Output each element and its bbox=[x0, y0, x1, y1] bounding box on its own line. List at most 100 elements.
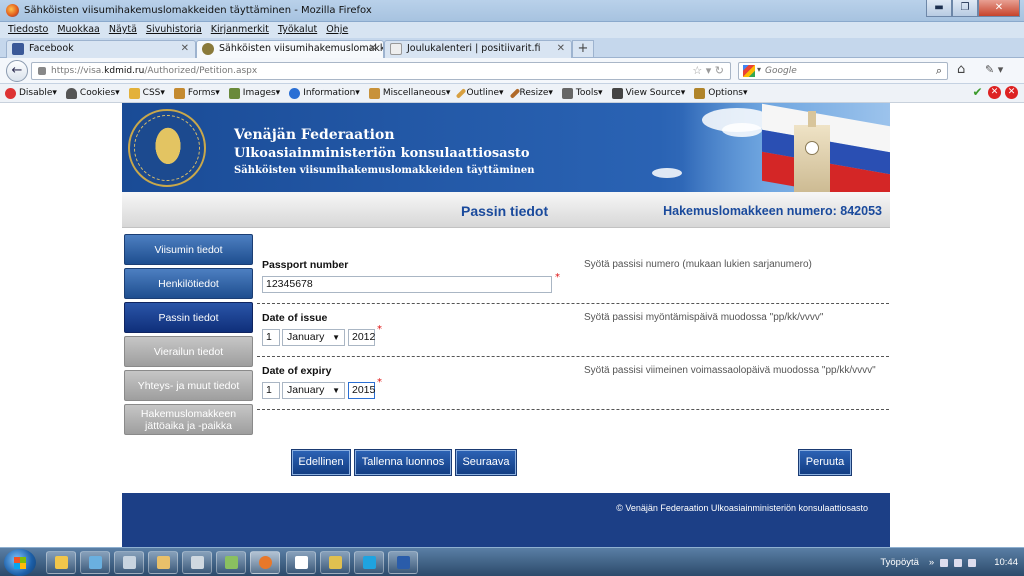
taskbar-notepad[interactable] bbox=[114, 551, 144, 574]
taskbar-firefox[interactable] bbox=[250, 551, 280, 574]
close-toolbar-icon[interactable]: ✕ bbox=[1005, 86, 1018, 99]
taskbar-word[interactable] bbox=[388, 551, 418, 574]
forms-icon bbox=[173, 87, 185, 99]
tray-flag-icon[interactable] bbox=[968, 558, 977, 567]
taskbar-folder[interactable] bbox=[148, 551, 178, 574]
toolbar-disable[interactable]: Disable▾ bbox=[5, 87, 57, 99]
toolbar-forms[interactable]: Forms▾ bbox=[173, 87, 220, 99]
previous-button[interactable]: Edellinen bbox=[292, 450, 350, 475]
site-footer: © Venäjän Federaation Ulkoasiainminister… bbox=[122, 493, 890, 547]
expiry-year-input[interactable]: 2015 bbox=[348, 382, 375, 399]
toolbar-information[interactable]: Information▾ bbox=[289, 87, 360, 99]
windows-taskbar: Työpöytä » 10:44 bbox=[0, 547, 1024, 576]
tab-label: Sähköisten viisumihakemuslomakkei... bbox=[219, 43, 383, 54]
taskbar-network[interactable] bbox=[216, 551, 246, 574]
start-button[interactable] bbox=[4, 549, 36, 576]
save-draft-button[interactable]: Tallenna luonnos bbox=[355, 450, 451, 475]
tab-close-icon[interactable]: ✕ bbox=[369, 41, 377, 57]
issue-day-input[interactable]: 1 bbox=[262, 329, 280, 346]
next-button[interactable]: Seuraava bbox=[456, 450, 516, 475]
issue-month-select[interactable]: January ▼ bbox=[282, 329, 345, 346]
toolbar-miscellaneous[interactable]: Miscellaneous▾ bbox=[368, 87, 450, 99]
bookmark-star-icon[interactable]: ☆ ▾ ↻ bbox=[692, 64, 724, 77]
tab-label: Joulukalenteri | positiivarit.fi bbox=[407, 43, 541, 54]
nav-viisumin-tiedot[interactable]: Viisumin tiedot bbox=[124, 234, 253, 265]
home-icon[interactable]: ⌂ bbox=[957, 62, 965, 77]
word-icon bbox=[397, 556, 410, 569]
url-bar[interactable]: https://visa.kdmid.ru/Authorized/Petitio… bbox=[31, 62, 731, 80]
nav-henkilotiedot[interactable]: Henkilötiedot bbox=[124, 268, 253, 299]
addon-menu-icon[interactable]: ✎ ▾ bbox=[985, 63, 1003, 76]
menu-kirjanmerkit[interactable]: Kirjanmerkit bbox=[211, 22, 269, 38]
taskbar-photo[interactable] bbox=[320, 551, 350, 574]
toolbar-view-source[interactable]: View Source▾ bbox=[611, 87, 685, 99]
error-icon[interactable]: ✕ bbox=[988, 86, 1001, 99]
search-input[interactable] bbox=[765, 64, 925, 78]
taskbar-explorer[interactable] bbox=[46, 551, 76, 574]
menu-tyokalut[interactable]: Työkalut bbox=[278, 22, 317, 38]
toolbar-cookies[interactable]: Cookies▾ bbox=[65, 87, 120, 99]
tab-close-icon[interactable]: ✕ bbox=[557, 41, 565, 57]
copyright-text: © Venäjän Federaation Ulkoasiainminister… bbox=[616, 503, 868, 513]
application-number: Hakemuslomakkeen numero: 842053 bbox=[663, 204, 882, 218]
taskbar-media[interactable] bbox=[80, 551, 110, 574]
tab-facebook[interactable]: Facebook ✕ bbox=[6, 40, 196, 58]
disable-icon bbox=[5, 87, 16, 99]
taskbar-calc[interactable] bbox=[182, 551, 212, 574]
emblem-icon bbox=[202, 43, 214, 55]
nav-vierailun-tiedot[interactable]: Vierailun tiedot bbox=[124, 336, 253, 367]
toolbar-tools[interactable]: Tools▾ bbox=[561, 87, 603, 99]
close-button[interactable]: ✕ bbox=[978, 0, 1020, 17]
engine-dropdown-icon[interactable]: ▾ bbox=[757, 65, 761, 74]
miscellaneous-icon bbox=[368, 87, 380, 99]
tools-icon bbox=[561, 87, 573, 99]
toolbar-options[interactable]: Options▾ bbox=[694, 87, 748, 99]
toolbar-images[interactable]: Images▾ bbox=[228, 87, 280, 99]
menu-nayta[interactable]: Näytä bbox=[109, 22, 137, 38]
menu-ohje[interactable]: Ohje bbox=[326, 22, 348, 38]
toolbar-outline[interactable]: Outline▾ bbox=[456, 87, 504, 99]
clock[interactable]: 10:44 bbox=[994, 557, 1018, 568]
nav-jattoaika[interactable]: Hakemuslomakkeen jättöaika ja -paikka bbox=[124, 404, 253, 435]
back-button[interactable]: ← bbox=[6, 60, 28, 82]
required-marker: * bbox=[377, 324, 382, 335]
expiry-month-select[interactable]: January ▼ bbox=[282, 382, 345, 399]
menu-tiedosto[interactable]: Tiedosto bbox=[8, 22, 48, 38]
nav-yhteys-tiedot[interactable]: Yhteys- ja muut tiedot bbox=[124, 370, 253, 401]
tray-network-icon[interactable] bbox=[940, 558, 949, 567]
minimize-button[interactable]: ▬ bbox=[926, 0, 952, 17]
date-of-issue-hint: Syötä passisi myöntämispäivä muodossa "p… bbox=[584, 312, 824, 323]
menu-muokkaa[interactable]: Muokkaa bbox=[57, 22, 100, 38]
tray-volume-icon[interactable] bbox=[954, 558, 963, 567]
maximize-button[interactable]: ❐ bbox=[952, 0, 978, 17]
tab-visa-form[interactable]: Sähköisten viisumihakemuslomakkei... ✕ bbox=[196, 40, 384, 59]
search-icon[interactable]: ⌕ bbox=[936, 64, 942, 78]
facebook-icon bbox=[12, 43, 24, 55]
window-titlebar: Sähköisten viisumihakemuslomakkeiden täy… bbox=[0, 0, 1024, 22]
tray-chevron-icon[interactable]: » bbox=[929, 557, 934, 568]
issue-year-input[interactable]: 2012 bbox=[348, 329, 375, 346]
passport-number-input[interactable]: 12345678 bbox=[262, 276, 552, 293]
skype-icon bbox=[363, 556, 376, 569]
checkmark-icon[interactable]: ✔ bbox=[971, 86, 984, 99]
cancel-button[interactable]: Peruuta bbox=[799, 450, 851, 475]
menu-sivuhistoria[interactable]: Sivuhistoria bbox=[146, 22, 202, 38]
taskbar-bag[interactable] bbox=[286, 551, 316, 574]
tab-label: Facebook bbox=[29, 43, 74, 54]
taskbar-skype[interactable] bbox=[354, 551, 384, 574]
toolbar-resize[interactable]: Resize▾ bbox=[509, 87, 553, 99]
desktop-label[interactable]: Työpöytä bbox=[880, 557, 919, 568]
expiry-day-input[interactable]: 1 bbox=[262, 382, 280, 399]
outline-icon bbox=[456, 87, 467, 99]
media-icon bbox=[89, 556, 102, 569]
nav-passin-tiedot[interactable]: Passin tiedot bbox=[124, 302, 253, 333]
tab-joulukalenteri[interactable]: Joulukalenteri | positiivarit.fi ✕ bbox=[384, 40, 572, 58]
toolbar-css[interactable]: CSS▾ bbox=[128, 87, 165, 99]
tab-close-icon[interactable]: ✕ bbox=[181, 41, 189, 57]
firefox-app-icon bbox=[259, 556, 272, 569]
search-box: ▾ ⌕ bbox=[738, 62, 948, 80]
url-text: https://visa.kdmid.ru/Authorized/Petitio… bbox=[51, 66, 258, 76]
new-tab-button[interactable]: + bbox=[572, 40, 594, 58]
web-developer-toolbar: Disable▾ Cookies▾ CSS▾ Forms▾ Images▾ In… bbox=[0, 84, 1024, 103]
date-of-expiry-row: Date of expiry 1 January ▼ 2015 * Syötä p… bbox=[257, 357, 889, 410]
